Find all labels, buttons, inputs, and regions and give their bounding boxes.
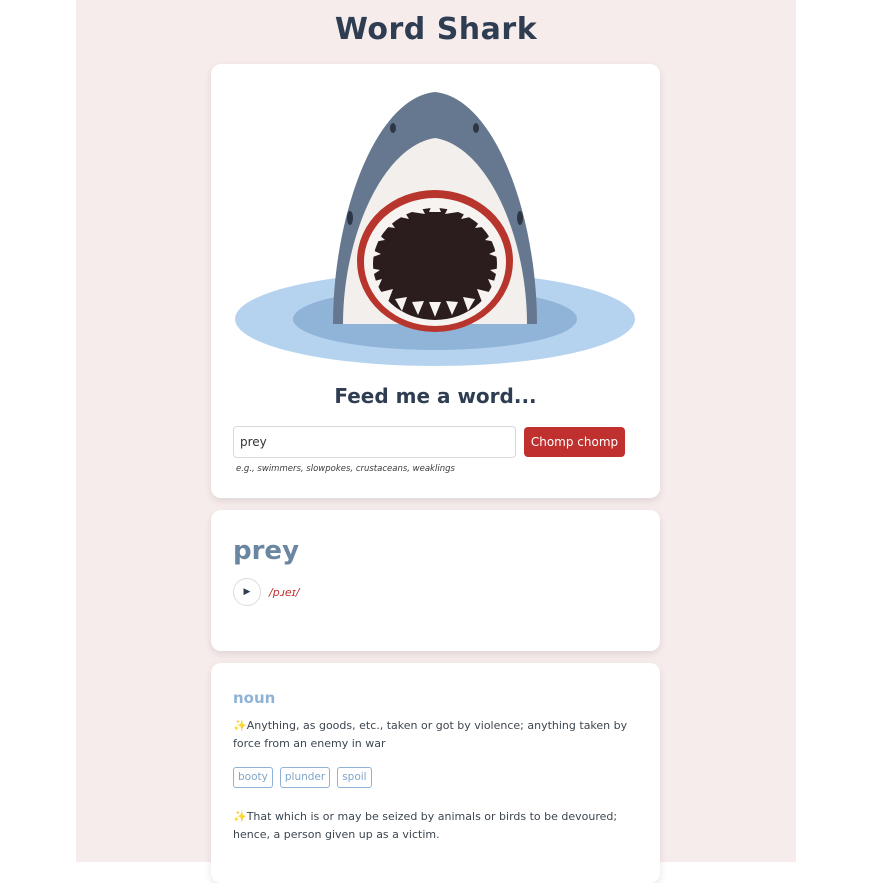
word-input[interactable] — [233, 426, 516, 458]
search-card: Feed me a word... Chomp chomp e.g., swim… — [211, 64, 660, 498]
definition-item: ✨Anything, as goods, etc., taken or got … — [233, 719, 628, 750]
play-audio-button[interactable]: ▶ — [233, 578, 261, 606]
chomp-button[interactable]: Chomp chomp — [524, 427, 625, 457]
synonym-chip[interactable]: spoil — [337, 767, 372, 788]
play-icon: ▶ — [243, 587, 251, 597]
word-card: prey ▶ /pɹeɪ/ — [211, 510, 660, 651]
definitions-card: noun ✨Anything, as goods, etc., taken or… — [211, 663, 660, 883]
phonetic-text: /pɹeɪ/ — [269, 586, 300, 599]
input-hint: e.g., swimmers, slowpokes, crustaceans, … — [236, 464, 455, 474]
shark-illustration — [235, 92, 635, 366]
synonym-chip[interactable]: booty — [233, 767, 273, 788]
prompt-heading: Feed me a word... — [334, 384, 537, 408]
page-background: Word Shark Feed me a word... prey Chomp … — [76, 0, 796, 883]
word-heading: prey — [233, 536, 300, 566]
definition-item: ✨That which is or may be seized by anima… — [233, 810, 618, 841]
app-title: Word Shark — [334, 12, 538, 47]
part-of-speech: noun — [233, 689, 276, 707]
synonym-list: booty plunder spoil — [233, 767, 372, 788]
synonym-chip[interactable]: plunder — [279, 767, 331, 788]
